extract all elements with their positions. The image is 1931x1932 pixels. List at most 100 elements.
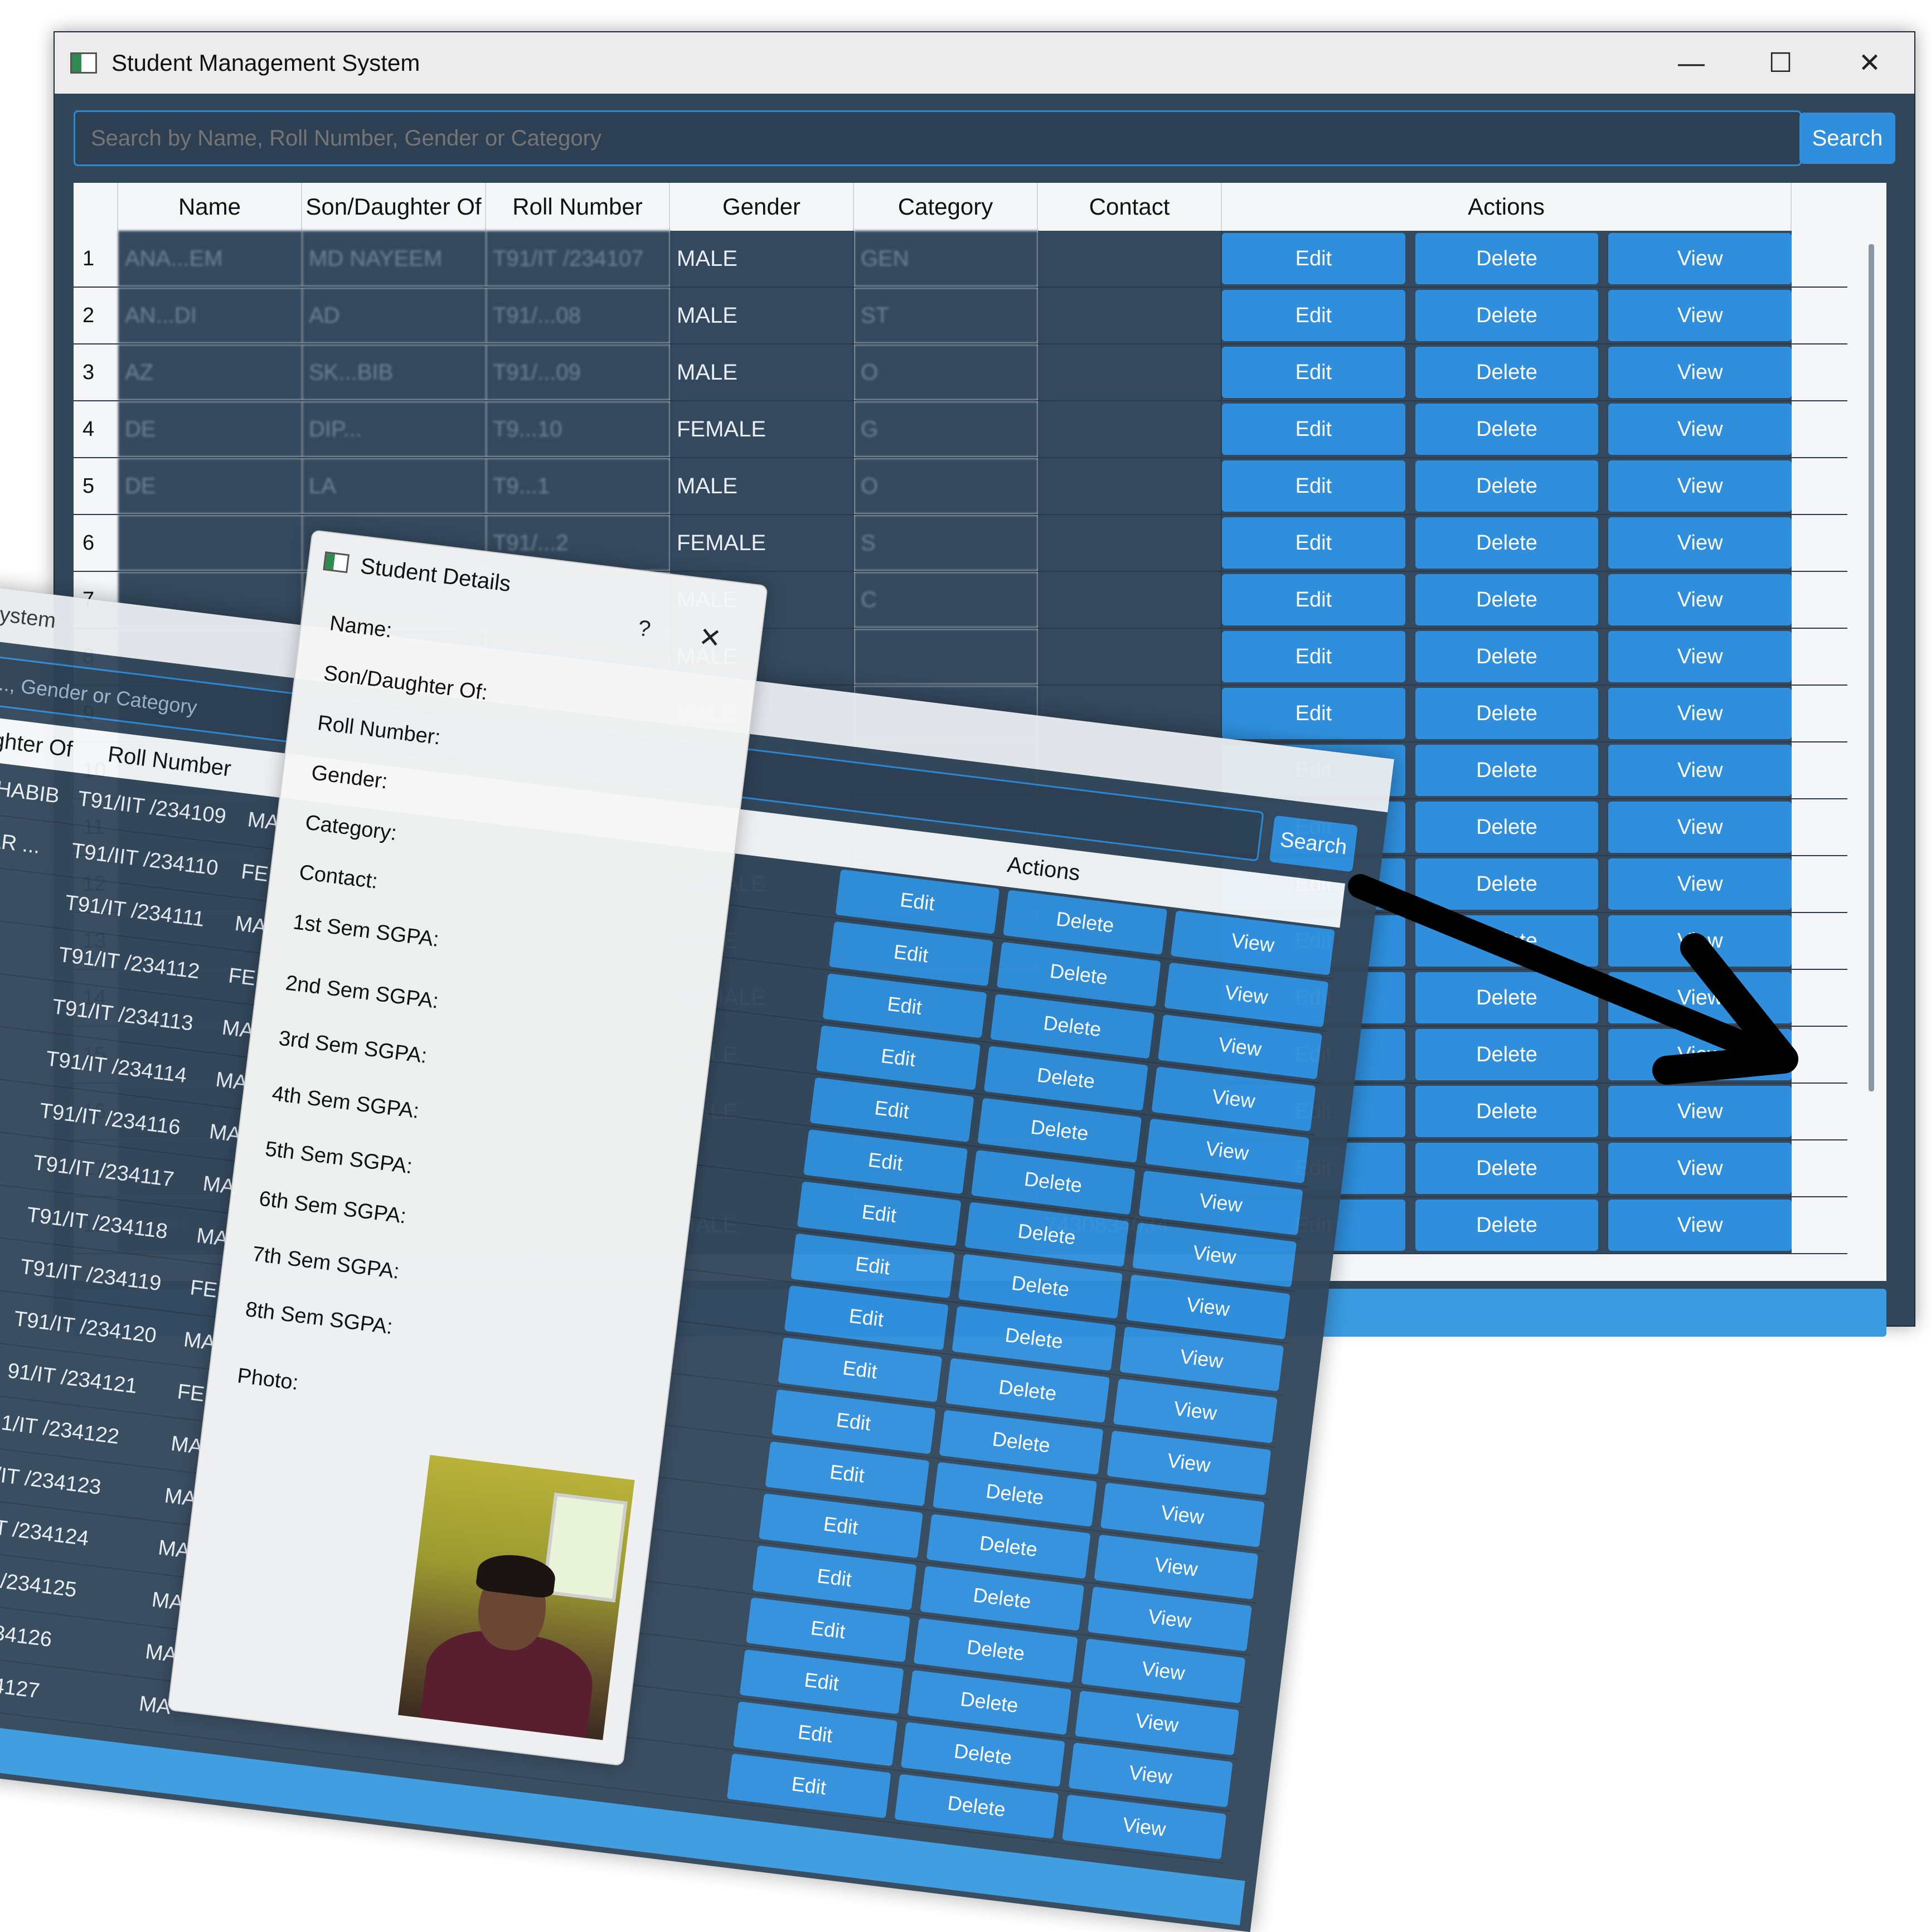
edit-button[interactable]: Edit	[1222, 233, 1405, 284]
minimize-button[interactable]: —	[1647, 32, 1736, 94]
delete-button[interactable]: Delete	[1415, 688, 1599, 739]
cell-contact	[1038, 515, 1222, 571]
dialog-field-label: 8th Sem SGPA:	[244, 1298, 394, 1339]
delete-button[interactable]: Delete	[1415, 1086, 1599, 1137]
view-button[interactable]: View	[1608, 631, 1792, 682]
delete-button[interactable]: Delete	[1415, 858, 1599, 910]
edit-button[interactable]: Edit	[1222, 460, 1405, 512]
delete-button[interactable]: Delete	[1415, 460, 1599, 512]
delete-button[interactable]: Delete	[1415, 233, 1599, 284]
column-header-gender[interactable]: Gender	[670, 183, 854, 231]
cell-name: AN...DI	[118, 288, 302, 343]
tilted-header-parent[interactable]: aughter Of	[0, 713, 84, 773]
actions-cell: EditDeleteView	[1222, 515, 1792, 571]
dialog-field-label: 4th Sem SGPA:	[270, 1081, 421, 1123]
view-button[interactable]: View	[1608, 1200, 1792, 1251]
view-button[interactable]: View	[1608, 915, 1792, 967]
delete-button[interactable]: Delete	[1415, 1143, 1599, 1194]
row-number: 3	[74, 344, 118, 400]
edit-button[interactable]: Edit	[1222, 631, 1405, 682]
delete-button[interactable]: Delete	[1415, 972, 1599, 1023]
dialog-field-label: 3rd Sem SGPA:	[277, 1026, 429, 1068]
column-header-contact[interactable]: Contact	[1038, 183, 1222, 231]
maximize-button[interactable]: ☐	[1736, 32, 1825, 94]
view-button[interactable]: View	[1608, 972, 1792, 1023]
delete-button[interactable]: Delete	[1415, 517, 1599, 569]
cell-category: ST	[854, 288, 1038, 343]
view-button[interactable]: View	[1608, 1086, 1792, 1137]
dialog-field-label: Son/Daughter Of:	[322, 661, 489, 705]
column-header-actions[interactable]: Actions	[1222, 183, 1792, 231]
table-row: 2 AN...DI AD T91/...08 MALE ST Edit Delete View	[74, 288, 1847, 344]
column-header-name[interactable]: Name	[118, 183, 302, 231]
dialog-field-label: Category:	[304, 810, 398, 846]
delete-button[interactable]: Delete	[1415, 1200, 1599, 1251]
dialog-field-label: 2nd Sem SGPA:	[284, 971, 440, 1013]
cell-name: ANA...EM	[118, 231, 302, 287]
edit-button[interactable]: Edit	[1222, 404, 1405, 455]
cell-parent: AD	[302, 288, 486, 343]
dialog-field-label: Gender:	[310, 761, 389, 794]
actions-cell: EditDeleteView	[1222, 231, 1792, 287]
cell-roll: T91/IT /234107	[486, 231, 670, 287]
dialog-field-label: 1st Sem SGPA:	[292, 910, 440, 952]
dialog-close-button[interactable]: ✕	[697, 621, 723, 654]
row-number: 1	[74, 231, 118, 287]
edit-button[interactable]: Edit	[1222, 574, 1405, 625]
view-button[interactable]: View	[1608, 404, 1792, 455]
cell-roll: T9...1	[486, 458, 670, 514]
tilted-search-button[interactable]: Search	[1269, 815, 1358, 872]
cell-parent: MD NAYEEM	[302, 231, 486, 287]
cell-gender: MALE	[670, 458, 854, 514]
edit-button[interactable]: Edit	[1222, 290, 1405, 341]
row-number-header	[74, 183, 118, 231]
dialog-field-label: 6th Sem SGPA:	[258, 1187, 407, 1229]
dialog-app-icon	[323, 551, 350, 574]
view-button[interactable]: View	[1608, 517, 1792, 569]
cell-name: DE	[118, 458, 302, 514]
actions-cell: EditDeleteView	[1222, 572, 1792, 628]
row-number: 6	[74, 515, 118, 571]
view-button[interactable]: View	[1608, 858, 1792, 910]
tilted-window-title: System	[0, 601, 57, 633]
search-button[interactable]: Search	[1799, 113, 1895, 164]
view-button[interactable]: View	[1608, 745, 1792, 796]
column-header-category[interactable]: Category	[854, 183, 1038, 231]
view-button[interactable]: View	[1608, 1143, 1792, 1194]
actions-cell: EditDeleteView	[1222, 401, 1792, 457]
view-button[interactable]: View	[1608, 290, 1792, 341]
delete-button[interactable]: Delete	[1415, 631, 1599, 682]
delete-button[interactable]: Delete	[1415, 290, 1599, 341]
cell-contact	[1038, 629, 1222, 685]
delete-button[interactable]: Delete	[1415, 574, 1599, 625]
help-icon[interactable]: ?	[637, 616, 652, 642]
delete-button[interactable]: Delete	[1415, 404, 1599, 455]
view-button[interactable]: View	[1608, 233, 1792, 284]
cell-parent: DIP...	[302, 401, 486, 457]
cell-name: AZ	[118, 344, 302, 400]
vertical-scrollbar[interactable]	[1869, 244, 1874, 1091]
delete-button[interactable]: Delete	[1415, 347, 1599, 398]
edit-button[interactable]: Edit	[1222, 517, 1405, 569]
delete-button[interactable]: Delete	[1415, 1029, 1599, 1080]
delete-button[interactable]: Delete	[1415, 745, 1599, 796]
delete-button[interactable]: Delete	[1415, 915, 1599, 967]
cell-contact	[1038, 344, 1222, 400]
close-button[interactable]: ✕	[1825, 32, 1914, 94]
edit-button[interactable]: Edit	[1222, 347, 1405, 398]
actions-cell: EditDeleteView	[1222, 686, 1792, 741]
student-photo	[397, 1455, 635, 1740]
delete-button[interactable]: Delete	[1415, 802, 1599, 853]
view-button[interactable]: View	[1608, 802, 1792, 853]
dialog-field-label: 7th Sem SGPA:	[251, 1242, 401, 1284]
column-header-roll[interactable]: Roll Number	[486, 183, 670, 231]
edit-button[interactable]: Edit	[1222, 688, 1405, 739]
view-button[interactable]: View	[1608, 460, 1792, 512]
search-input[interactable]	[74, 110, 1802, 166]
view-button[interactable]: View	[1608, 574, 1792, 625]
cell-category: G	[854, 401, 1038, 457]
column-header-parent[interactable]: Son/Daughter Of	[302, 183, 486, 231]
view-button[interactable]: View	[1608, 347, 1792, 398]
view-button[interactable]: View	[1608, 688, 1792, 739]
view-button[interactable]: View	[1608, 1029, 1792, 1080]
